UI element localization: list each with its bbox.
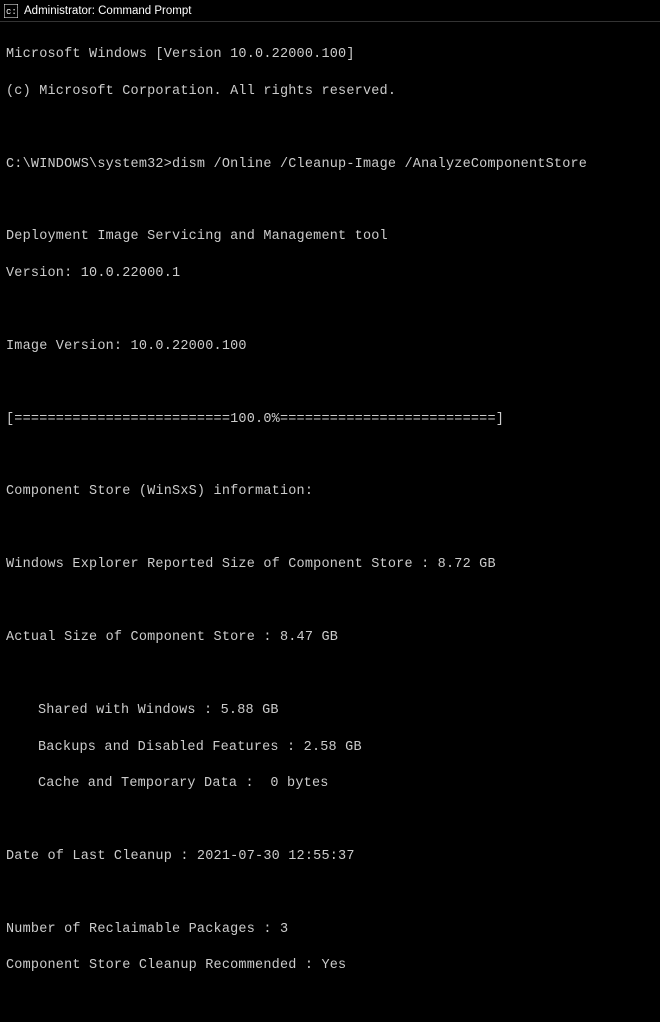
command-text: dism /Online /Cleanup-Image /AnalyzeComp… — [172, 157, 587, 172]
blank-line — [6, 884, 654, 902]
prompt-line: C:\WINDOWS\system32>dism /Online /Cleanu… — [6, 156, 654, 174]
blank-line — [6, 994, 654, 1012]
blank-line — [6, 374, 654, 392]
backups-size: Backups and Disabled Features : 2.58 GB — [6, 739, 654, 757]
blank-line — [6, 593, 654, 611]
cleanup-recommended: Component Store Cleanup Recommended : Ye… — [6, 957, 654, 975]
last-cleanup: Date of Last Cleanup : 2021-07-30 12:55:… — [6, 848, 654, 866]
image-version: Image Version: 10.0.22000.100 — [6, 338, 654, 356]
blank-line — [6, 811, 654, 829]
progress-bar: [==========================100.0%=======… — [6, 411, 654, 429]
window-title: Administrator: Command Prompt — [24, 5, 191, 17]
reclaimable-packages: Number of Reclaimable Packages : 3 — [6, 921, 654, 939]
svg-text:c:\: c:\ — [6, 7, 18, 17]
blank-line — [6, 666, 654, 684]
shared-size: Shared with Windows : 5.88 GB — [6, 702, 654, 720]
blank-line — [6, 119, 654, 137]
blank-line — [6, 520, 654, 538]
banner-line: Microsoft Windows [Version 10.0.22000.10… — [6, 46, 654, 64]
blank-line — [6, 192, 654, 210]
cmd-icon: c:\ — [4, 4, 18, 18]
tool-name: Deployment Image Servicing and Managemen… — [6, 228, 654, 246]
blank-line — [6, 447, 654, 465]
terminal-output[interactable]: Microsoft Windows [Version 10.0.22000.10… — [0, 22, 660, 1022]
prompt-text: C:\WINDOWS\system32> — [6, 157, 172, 172]
tool-version: Version: 10.0.22000.1 — [6, 265, 654, 283]
blank-line — [6, 301, 654, 319]
cache-size: Cache and Temporary Data : 0 bytes — [6, 775, 654, 793]
info-header: Component Store (WinSxS) information: — [6, 483, 654, 501]
actual-size: Actual Size of Component Store : 8.47 GB — [6, 629, 654, 647]
reported-size: Windows Explorer Reported Size of Compon… — [6, 556, 654, 574]
banner-line: (c) Microsoft Corporation. All rights re… — [6, 83, 654, 101]
window-titlebar[interactable]: c:\ Administrator: Command Prompt — [0, 0, 660, 22]
